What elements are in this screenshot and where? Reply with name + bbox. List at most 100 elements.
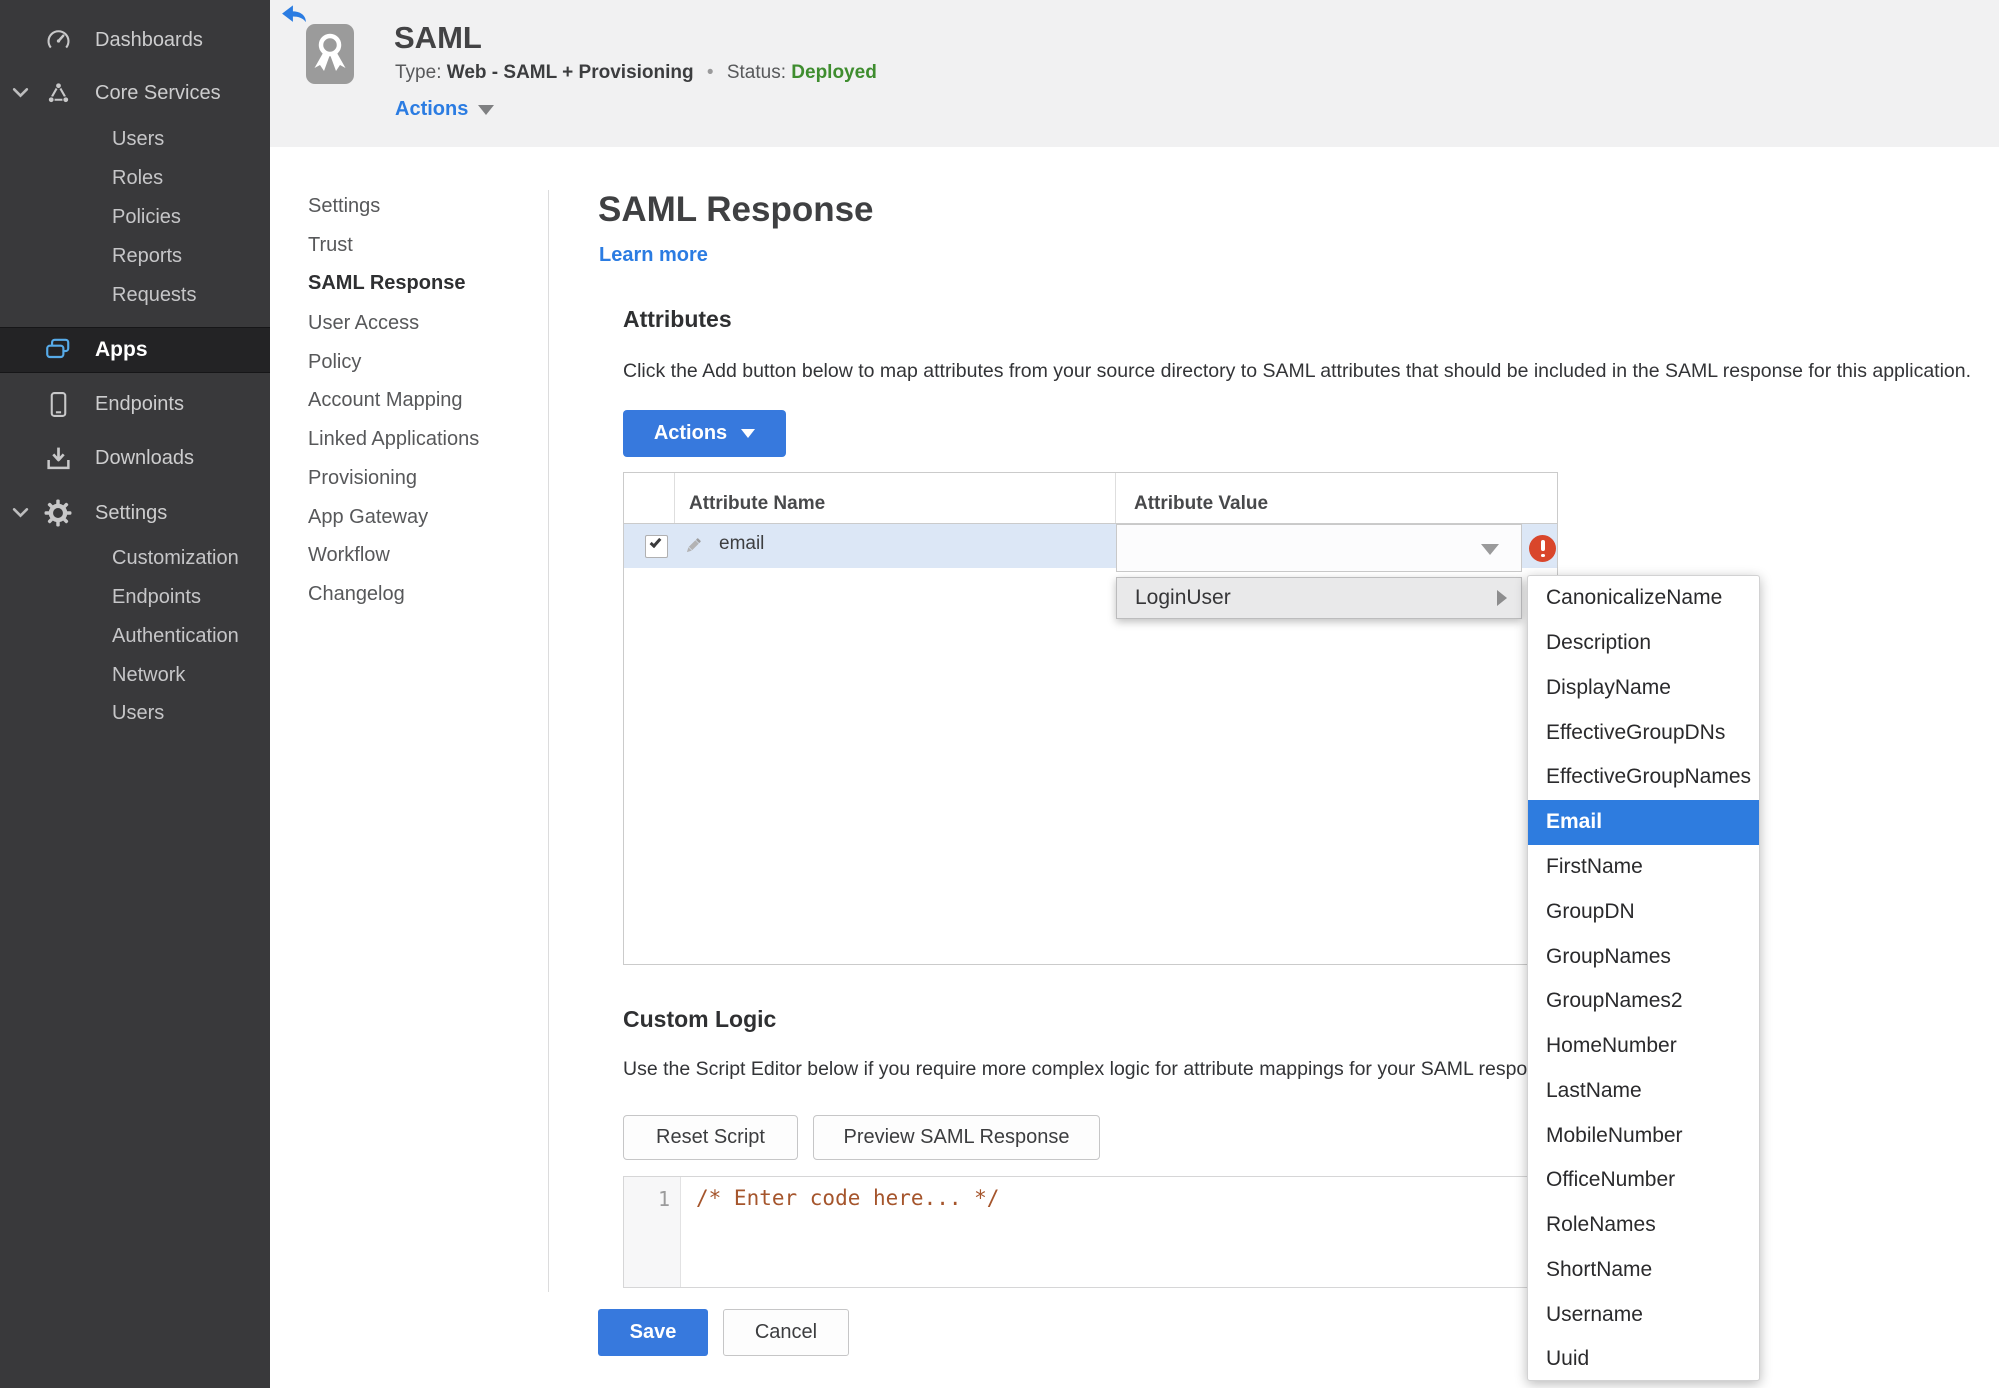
column-header-attribute-name: Attribute Name <box>689 493 826 514</box>
tab-changelog[interactable]: Changelog <box>308 583 405 606</box>
tab-account-mapping[interactable]: Account Mapping <box>308 389 463 412</box>
type-value: Web - SAML + Provisioning <box>446 62 694 83</box>
tab-settings[interactable]: Settings <box>308 195 380 218</box>
sidebar-item-requests[interactable]: Requests <box>112 284 197 307</box>
tab-provisioning[interactable]: Provisioning <box>308 467 417 490</box>
sidebar-item-roles[interactable]: Roles <box>112 167 163 190</box>
menu-option-groupdn[interactable]: GroupDN <box>1528 889 1759 934</box>
attribute-value-submenu: CanonicalizeName Description DisplayName… <box>1527 575 1760 1381</box>
gear-icon <box>44 499 72 527</box>
loginuser-label: LoginUser <box>1135 586 1231 609</box>
status-badge: Deployed <box>791 62 877 83</box>
menu-option-firstname[interactable]: FirstName <box>1528 845 1759 890</box>
tab-linked-applications[interactable]: Linked Applications <box>308 428 479 451</box>
separator-dot: • <box>706 62 714 83</box>
sidebar-label: Endpoints <box>95 392 184 415</box>
sidebar-item-authentication[interactable]: Authentication <box>112 625 239 648</box>
exclamation-mark <box>1541 540 1545 551</box>
sidebar-item-users-settings[interactable]: Users <box>112 702 164 725</box>
sidebar-label: Settings <box>95 501 168 524</box>
menu-option-displayname[interactable]: DisplayName <box>1528 666 1759 711</box>
app-logo-ribbon-icon <box>306 24 354 84</box>
check-icon <box>649 535 662 549</box>
row-checkbox-checked[interactable] <box>645 535 668 558</box>
app-type-status: Type: Web - SAML + Provisioning • Status… <box>395 62 877 84</box>
attributes-table: Attribute Name Attribute Value email <box>623 472 1558 965</box>
sidebar-item-apps-active[interactable]: Apps <box>0 327 270 373</box>
sidebar-item-policies[interactable]: Policies <box>112 206 181 229</box>
line-number: 1 <box>657 1187 670 1211</box>
editor-gutter: 1 <box>624 1177 681 1287</box>
attribute-value-dropdown[interactable] <box>1116 524 1522 572</box>
gauge-icon <box>44 26 72 54</box>
page-title: SAML Response <box>598 190 874 229</box>
tab-trust[interactable]: Trust <box>308 234 353 257</box>
sidebar-item-endpoints[interactable]: Endpoints <box>0 384 270 424</box>
menu-option-mobilenumber[interactable]: MobileNumber <box>1528 1113 1759 1158</box>
menu-option-canonicalizename[interactable]: CanonicalizeName <box>1528 576 1759 621</box>
custom-logic-heading: Custom Logic <box>623 1006 777 1032</box>
chevron-down-icon <box>12 86 30 100</box>
menu-item-loginuser[interactable]: LoginUser <box>1116 577 1522 619</box>
chevron-down-icon <box>478 105 495 115</box>
sidebar: Dashboards Core Services Users Roles Pol… <box>0 0 270 1388</box>
reset-script-button[interactable]: Reset Script <box>623 1115 798 1160</box>
tab-app-gateway[interactable]: App Gateway <box>308 506 428 529</box>
menu-option-effectivegroupdns[interactable]: EffectiveGroupDNs <box>1528 710 1759 755</box>
menu-option-email-selected[interactable]: Email <box>1528 799 1759 845</box>
error-icon <box>1529 535 1556 562</box>
menu-option-effectivegroupnames[interactable]: EffectiveGroupNames <box>1528 755 1759 800</box>
attribute-name-cell: email <box>719 533 765 554</box>
tab-workflow[interactable]: Workflow <box>308 544 390 567</box>
back-arrow-icon[interactable] <box>281 3 307 24</box>
menu-option-homenumber[interactable]: HomeNumber <box>1528 1024 1759 1069</box>
sidebar-item-downloads[interactable]: Downloads <box>0 438 270 478</box>
sidebar-item-dashboards[interactable]: Dashboards <box>0 20 270 60</box>
sidebar-item-core-services[interactable]: Core Services <box>0 73 270 113</box>
mobile-device-icon <box>44 390 72 418</box>
menu-option-shortname[interactable]: ShortName <box>1528 1247 1759 1292</box>
tab-user-access[interactable]: User Access <box>308 312 419 335</box>
divider <box>548 190 549 1292</box>
menu-option-lastname[interactable]: LastName <box>1528 1068 1759 1113</box>
menu-option-description[interactable]: Description <box>1528 621 1759 666</box>
sidebar-label: Core Services <box>95 81 221 104</box>
tab-saml-response[interactable]: SAML Response <box>308 272 465 295</box>
sidebar-item-network[interactable]: Network <box>112 664 185 687</box>
header-actions-menu[interactable]: Actions <box>395 98 495 121</box>
sidebar-label: Dashboards <box>95 28 203 51</box>
sidebar-item-settings[interactable]: Settings <box>0 493 270 533</box>
sidebar-item-endpoints-settings[interactable]: Endpoints <box>112 586 201 609</box>
menu-option-rolenames[interactable]: RoleNames <box>1528 1203 1759 1248</box>
menu-option-uuid[interactable]: Uuid <box>1528 1337 1759 1380</box>
learn-more-link[interactable]: Learn more <box>599 244 708 267</box>
header-actions-label: Actions <box>395 98 469 120</box>
attributes-actions-button[interactable]: Actions <box>623 410 786 457</box>
attributes-heading: Attributes <box>623 306 732 332</box>
menu-option-groupnames[interactable]: GroupNames <box>1528 934 1759 979</box>
preview-saml-response-button[interactable]: Preview SAML Response <box>813 1115 1100 1160</box>
menu-option-groupnames2[interactable]: GroupNames2 <box>1528 979 1759 1024</box>
sidebar-label: Apps <box>95 338 148 361</box>
sidebar-item-reports[interactable]: Reports <box>112 245 182 268</box>
core-services-icon <box>44 79 72 107</box>
sidebar-item-users[interactable]: Users <box>112 128 164 151</box>
column-header-attribute-value: Attribute Value <box>1134 493 1269 514</box>
chevron-down-icon <box>12 506 30 520</box>
pencil-icon[interactable] <box>683 536 703 556</box>
menu-option-username[interactable]: Username <box>1528 1292 1759 1337</box>
cancel-button[interactable]: Cancel <box>723 1309 849 1356</box>
divider <box>1115 473 1116 523</box>
sidebar-label: Downloads <box>95 446 194 469</box>
code-placeholder: /* Enter code here... */ <box>696 1186 1000 1210</box>
save-button[interactable]: Save <box>598 1309 708 1356</box>
script-editor[interactable]: 1 /* Enter code here... */ <box>623 1176 1555 1288</box>
menu-option-officenumber[interactable]: OfficeNumber <box>1528 1158 1759 1203</box>
download-icon <box>44 444 72 472</box>
tab-policy[interactable]: Policy <box>308 351 361 374</box>
attributes-description: Click the Add button below to map attrib… <box>623 360 1972 382</box>
exclamation-dot <box>1541 553 1545 557</box>
apps-icon <box>44 336 72 364</box>
sidebar-item-customization[interactable]: Customization <box>112 547 239 570</box>
chevron-down-icon <box>1481 544 1499 555</box>
